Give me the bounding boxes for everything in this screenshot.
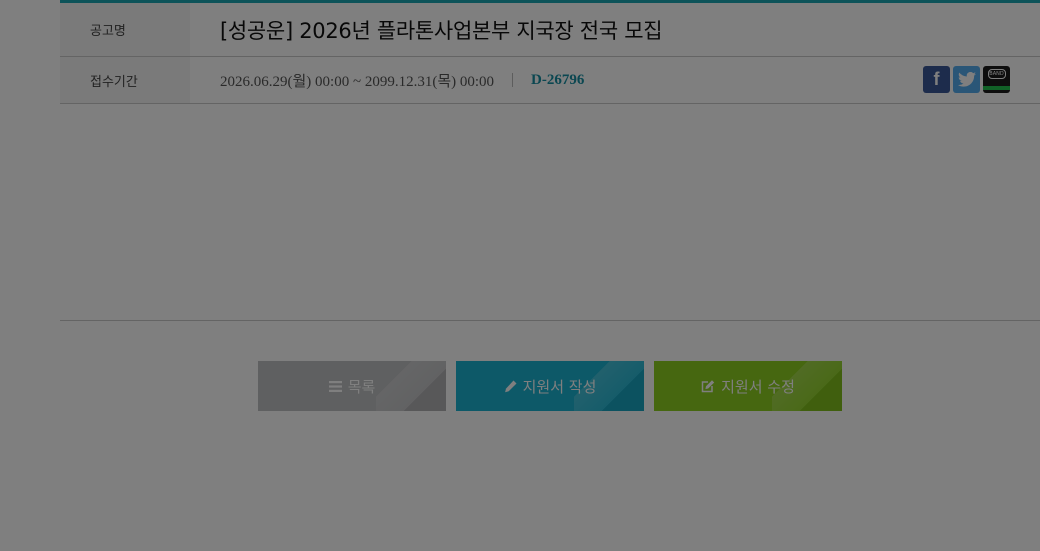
write-button-label: 지원서 작성 [522, 377, 597, 396]
band-logo-text: BAND [987, 69, 1006, 79]
notice-title: [성공운] 2026년 플라톤사업본부 지국장 전국 모집 [220, 18, 663, 43]
divider [512, 73, 514, 87]
write-application-button[interactable]: 지원서 작성 [456, 361, 644, 411]
edit-application-button[interactable]: 지원서 수정 [654, 361, 842, 411]
notice-info-table: 공고명 [성공운] 2026년 플라톤사업본부 지국장 전국 모집 접수기간 2… [60, 0, 1040, 104]
page: 공고명 [성공운] 2026년 플라톤사업본부 지국장 전국 모집 접수기간 2… [0, 0, 1040, 551]
share-buttons: f BAND [923, 66, 1010, 93]
title-cell: [성공운] 2026년 플라톤사업본부 지국장 전국 모집 [190, 3, 1040, 56]
list-icon [328, 380, 342, 392]
period-row: 접수기간 2026.06.29(월) 00:00 ~ 2099.12.31(목)… [60, 57, 1040, 104]
twitter-icon[interactable] [953, 66, 980, 93]
band-stripe [983, 86, 1010, 90]
facebook-icon[interactable]: f [923, 66, 950, 93]
notice-content-area [60, 104, 1040, 321]
list-button-label: 목록 [347, 377, 376, 396]
d-day-counter: D-26796 [531, 71, 585, 88]
period-label: 접수기간 [60, 57, 190, 103]
title-label: 공고명 [60, 3, 190, 56]
application-period: 2026.06.29(월) 00:00 ~ 2099.12.31(목) 00:0… [220, 73, 495, 90]
edit-icon [701, 379, 715, 392]
pencil-icon [504, 380, 517, 392]
band-icon[interactable]: BAND [983, 66, 1010, 93]
action-buttons: 목록 지원서 작성 지원서 수정 [258, 361, 842, 411]
title-row: 공고명 [성공운] 2026년 플라톤사업본부 지국장 전국 모집 [60, 3, 1040, 57]
list-button[interactable]: 목록 [258, 361, 446, 411]
edit-button-label: 지원서 수정 [721, 377, 795, 396]
period-cell: 2026.06.29(월) 00:00 ~ 2099.12.31(목) 00:0… [190, 57, 1040, 103]
